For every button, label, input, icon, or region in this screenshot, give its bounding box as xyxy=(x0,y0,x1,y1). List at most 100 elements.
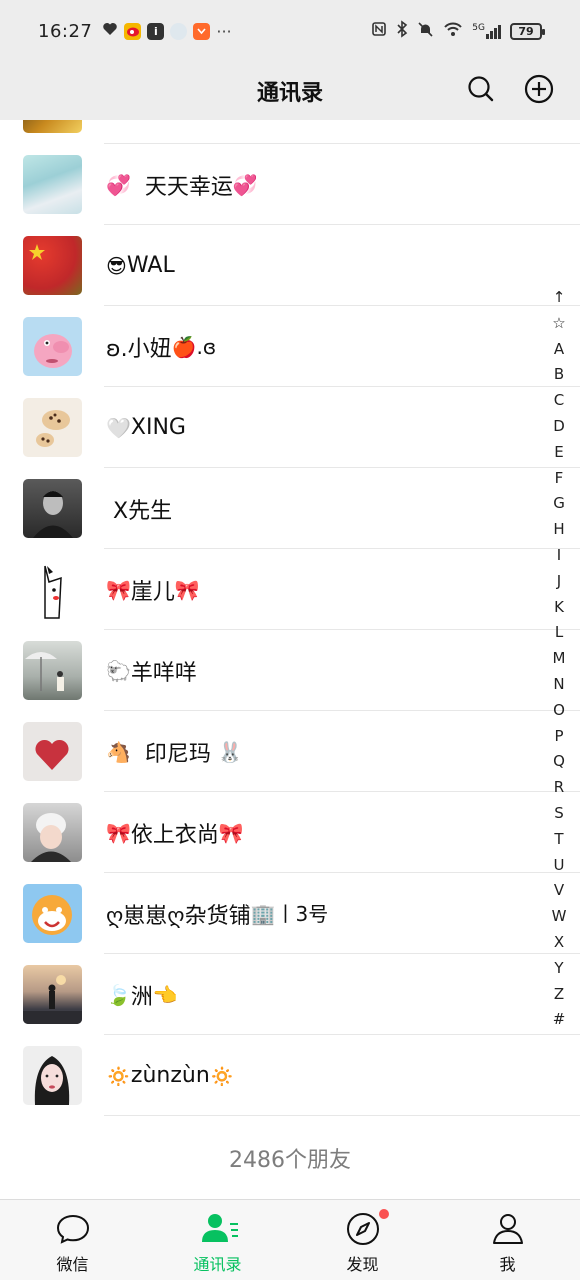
index-letter[interactable]: U xyxy=(554,853,565,879)
index-letter[interactable]: D xyxy=(553,414,565,440)
contact-name: ʚ.小妞 🍎.ɞ xyxy=(106,306,216,387)
contact-name: 🐴 印尼玛 🐰 xyxy=(106,711,243,792)
notification-dot xyxy=(379,1209,389,1219)
index-letter[interactable]: R xyxy=(554,775,564,801)
tab-discover[interactable]: 发现 xyxy=(290,1200,435,1280)
contact-row[interactable]: 🤍 XING xyxy=(0,387,580,468)
notification-icons: i ··· xyxy=(102,21,232,41)
contact-row-partial[interactable] xyxy=(0,120,580,144)
index-letter[interactable]: # xyxy=(553,1007,566,1033)
contact-prefix-emoji: 🤍 xyxy=(106,415,131,440)
contact-suffix-emoji: 🎀 xyxy=(218,820,244,845)
index-letter[interactable]: N xyxy=(553,672,564,698)
nfc-icon xyxy=(371,21,387,41)
battery-icon: 79 xyxy=(510,22,545,40)
bluetooth-icon xyxy=(396,20,408,42)
contact-row[interactable]: 🐑 羊咩咩 xyxy=(0,630,580,711)
index-letter[interactable]: O xyxy=(553,698,565,724)
contact-avatar xyxy=(23,236,82,295)
index-letter[interactable]: G xyxy=(553,491,565,517)
contact-row[interactable]: 🐴 印尼玛 🐰 xyxy=(0,711,580,792)
search-button[interactable] xyxy=(464,72,498,106)
index-letter[interactable]: M xyxy=(553,646,566,672)
index-letter[interactable]: S xyxy=(554,801,564,827)
tab-contacts[interactable]: 通讯录 xyxy=(145,1200,290,1280)
contact-name-text: ღ崽崽ღ杂货铺 xyxy=(106,903,251,929)
index-letter[interactable]: X xyxy=(554,930,564,956)
weibo-icon xyxy=(124,22,142,40)
contact-row[interactable]: 💞 天天幸运 💞 xyxy=(0,144,580,225)
person-icon xyxy=(490,1211,526,1247)
info-app-icon: i xyxy=(147,22,165,40)
index-letter[interactable]: C xyxy=(554,388,564,414)
contact-prefix-emoji: 🍃 xyxy=(106,982,131,1007)
contact-prefix-emoji: 🐴 xyxy=(106,739,131,764)
contact-name: 🔅 zùnzùn 🔅 xyxy=(106,1035,235,1116)
contact-name-text: X先生 xyxy=(113,498,173,524)
shield-app-icon xyxy=(193,22,211,40)
contact-name: 💞 天天幸运 💞 xyxy=(106,144,258,225)
index-letter[interactable]: V xyxy=(554,878,564,904)
contact-suffix-emoji: 🔅 xyxy=(209,1063,235,1088)
contact-avatar xyxy=(23,1046,82,1105)
alphabet-index[interactable]: ↑ ☆ A B C D E F G H I J K L M N O P Q R S T U V W X Y Z # xyxy=(546,285,572,1033)
status-bar: 16:27 i ··· 5G 79 xyxy=(0,0,580,62)
compass-icon xyxy=(345,1211,381,1247)
contact-name-text: WAL xyxy=(126,253,175,278)
index-letter[interactable]: B xyxy=(554,362,564,388)
tab-me[interactable]: 我 xyxy=(435,1200,580,1280)
index-letter[interactable]: L xyxy=(555,620,563,646)
contact-row[interactable]: 🔅 zùnzùn 🔅 xyxy=(0,1035,580,1116)
contact-avatar xyxy=(23,398,82,457)
contact-row[interactable]: X先生 xyxy=(0,468,580,549)
contact-row[interactable]: 🎀 依上衣尚 🎀 xyxy=(0,792,580,873)
contact-suffix-emoji: 🏢丨3号 xyxy=(250,901,329,926)
index-letter[interactable]: A xyxy=(554,337,564,363)
circle-app-icon xyxy=(170,22,188,40)
bottom-tab-bar: 微信 通讯录 发现 我 xyxy=(0,1199,580,1280)
contact-suffix-emoji: 👈 xyxy=(152,982,178,1007)
index-letter[interactable]: P xyxy=(554,724,563,750)
mute-bell-icon xyxy=(417,21,434,42)
add-button[interactable] xyxy=(522,72,556,106)
battery-level: 79 xyxy=(518,24,534,38)
index-letter[interactable]: E xyxy=(554,440,563,466)
index-letter[interactable]: F xyxy=(555,466,564,492)
index-letter[interactable]: K xyxy=(554,595,564,621)
contact-row[interactable]: 😎 WAL xyxy=(0,225,580,306)
heart-shield-icon xyxy=(102,21,118,41)
tab-chats[interactable]: 微信 xyxy=(0,1200,145,1280)
index-letter[interactable]: T xyxy=(554,827,563,853)
index-letter[interactable]: Q xyxy=(553,749,565,775)
contact-name: 🎀 依上衣尚 🎀 xyxy=(106,792,244,873)
contact-row[interactable]: 🎀 崖儿 🎀 xyxy=(0,549,580,630)
contact-suffix-emoji: 🍎.ɞ xyxy=(171,334,217,359)
contact-name-text: ʚ.小妞 xyxy=(106,336,172,362)
contact-suffix-emoji: 💞 xyxy=(232,172,258,197)
contact-avatar xyxy=(23,479,82,538)
contact-prefix-emoji: 😎 xyxy=(106,253,127,278)
contact-name-text: 羊咩咩 xyxy=(130,660,197,686)
contact-avatar xyxy=(23,722,82,781)
index-letter[interactable]: H xyxy=(553,517,564,543)
chat-bubble-icon xyxy=(55,1211,91,1247)
contact-name-text: 印尼玛 xyxy=(144,741,211,767)
contact-row[interactable]: ღ崽崽ღ杂货铺 🏢丨3号 xyxy=(0,873,580,954)
index-letter[interactable]: ☆ xyxy=(552,311,565,337)
index-letter[interactable]: I xyxy=(557,543,561,569)
system-status: 5G 79 xyxy=(371,20,545,42)
status-time: 16:27 xyxy=(38,20,93,42)
contact-row[interactable]: 🍃 洲 👈 xyxy=(0,954,580,1035)
index-letter[interactable]: Y xyxy=(554,956,563,982)
contact-name-text: 洲 xyxy=(130,984,153,1010)
index-letter[interactable]: ↑ xyxy=(553,285,566,311)
contact-avatar xyxy=(23,803,82,862)
index-letter[interactable]: Z xyxy=(554,982,564,1008)
contact-list[interactable]: 💞 天天幸运 💞 😎 WAL ʚ.小妞 🍎.ɞ 🤍 XING X先生 🎀 崖儿 … xyxy=(0,120,580,1200)
index-letter[interactable]: J xyxy=(557,569,561,595)
contact-name-text: zùnzùn xyxy=(130,1063,210,1088)
contact-suffix-emoji: 🐰 xyxy=(217,739,243,764)
contact-row[interactable]: ʚ.小妞 🍎.ɞ xyxy=(0,306,580,387)
index-letter[interactable]: W xyxy=(552,904,567,930)
network-type-label: 5G xyxy=(472,23,485,33)
